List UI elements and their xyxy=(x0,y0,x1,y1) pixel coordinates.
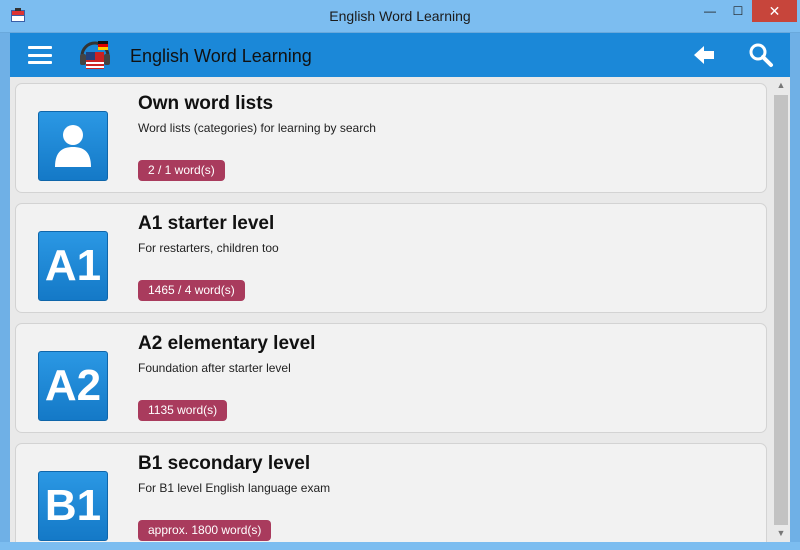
maximize-button[interactable]: ☐ xyxy=(724,0,752,22)
hamburger-menu-icon[interactable] xyxy=(28,46,52,64)
list-item-subtitle: For restarters, children too xyxy=(138,241,279,255)
word-count-badge: 1465 / 4 word(s) xyxy=(138,280,245,301)
search-icon[interactable] xyxy=(748,42,774,68)
back-arrow-icon[interactable] xyxy=(692,43,716,67)
app-toolbar: English Word Learning xyxy=(10,33,790,77)
scroll-up-icon[interactable]: ▲ xyxy=(775,80,787,92)
list-item-b1[interactable]: B1 B1 secondary level For B1 level Engli… xyxy=(15,443,767,542)
level-tile-a1: A1 xyxy=(38,231,108,301)
minimize-button[interactable]: — xyxy=(696,0,724,22)
level-list-panel: Own word lists Word lists (categories) f… xyxy=(10,77,790,542)
list-item-subtitle: Foundation after starter level xyxy=(138,361,291,375)
app-title: English Word Learning xyxy=(130,46,312,66)
word-count-badge: 2 / 1 word(s) xyxy=(138,160,225,181)
window-titlebar: English Word Learning — ☐ ✕ xyxy=(0,0,800,33)
list-item-title: A1 starter level xyxy=(138,213,275,234)
level-tile-a2: A2 xyxy=(38,351,108,421)
user-icon xyxy=(38,111,108,181)
scroll-down-icon[interactable]: ▼ xyxy=(775,528,787,540)
app-logo-icon xyxy=(80,41,110,69)
window-frame-bottom xyxy=(0,542,800,550)
close-button[interactable]: ✕ xyxy=(752,0,797,22)
word-count-badge: approx. 1800 word(s) xyxy=(138,520,272,541)
list-item-title: Own word lists xyxy=(138,93,274,114)
list-item-subtitle: Word lists (categories) for learning by … xyxy=(138,121,376,135)
level-list: Own word lists Word lists (categories) f… xyxy=(15,83,767,542)
list-item-a2[interactable]: A2 A2 elementary level Foundation after … xyxy=(15,323,767,433)
scrollbar-thumb[interactable] xyxy=(774,95,788,525)
list-item-title: B1 secondary level xyxy=(138,453,311,474)
list-item-subtitle: For B1 level English language exam xyxy=(138,481,331,495)
level-tile-b1: B1 xyxy=(38,471,108,541)
list-item-a1[interactable]: A1 A1 starter level For restarters, chil… xyxy=(15,203,767,313)
list-item-own-word-lists[interactable]: Own word lists Word lists (categories) f… xyxy=(15,83,767,193)
word-count-badge: 1135 word(s) xyxy=(138,400,228,421)
list-item-title: A2 elementary level xyxy=(138,333,316,354)
window-title: English Word Learning xyxy=(329,8,471,24)
vertical-scrollbar[interactable]: ▲ ▼ xyxy=(772,77,790,542)
